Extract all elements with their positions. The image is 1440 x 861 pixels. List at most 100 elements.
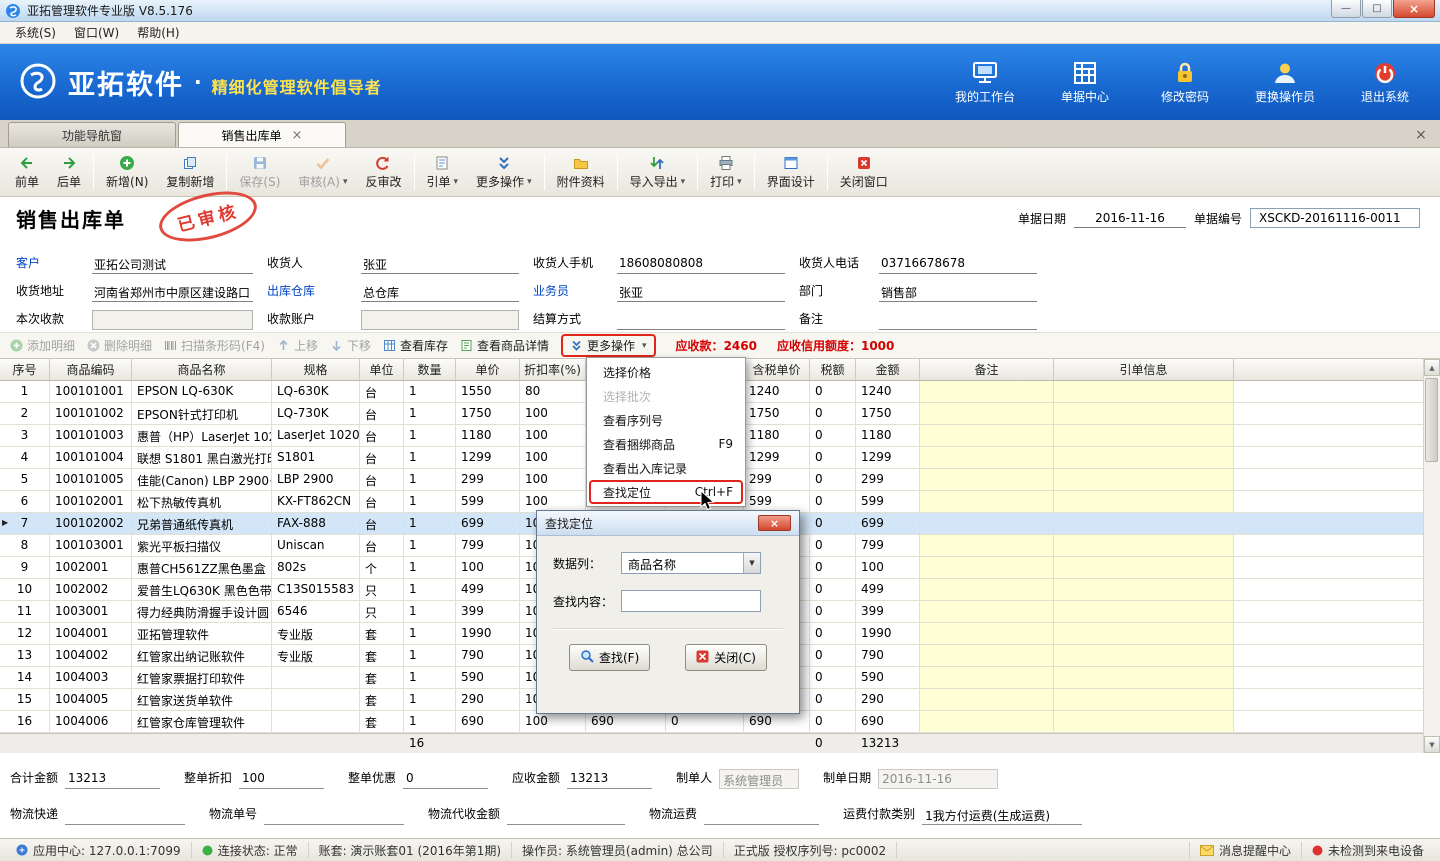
menu-item-view-serial[interactable]: 查看序列号: [589, 408, 743, 432]
dialog-close-action-button[interactable]: 关闭(C): [685, 644, 767, 671]
scrollbar-track[interactable]: [1424, 376, 1440, 736]
toolbar-button-ui-design[interactable]: 界面设计: [758, 150, 824, 194]
footer-value-receivable-amount[interactable]: 13213: [567, 769, 652, 789]
column-header-12[interactable]: 金额: [856, 359, 920, 380]
column-header-4[interactable]: 单位: [360, 359, 404, 380]
column-header-5[interactable]: 数量: [404, 359, 456, 380]
column-header-1[interactable]: 商品编码: [50, 359, 132, 380]
column-header-6[interactable]: 单价: [456, 359, 520, 380]
toolbar-button-close-window[interactable]: 关闭窗口: [831, 150, 897, 194]
find-content-label: 查找内容：: [553, 593, 621, 610]
banner-action-doc-center[interactable]: 单据中心: [1048, 60, 1122, 105]
import-export-icon: [649, 154, 665, 171]
footer-value-order-reduce[interactable]: 0: [403, 769, 488, 789]
close-button[interactable]: ×: [1393, 0, 1435, 18]
column-header-11[interactable]: 税额: [810, 359, 856, 380]
toolbar-button-attachment[interactable]: 附件资料: [548, 150, 614, 194]
column-header-14[interactable]: 引单信息: [1054, 359, 1234, 380]
scroll-down-icon[interactable]: ▼: [1424, 736, 1440, 753]
form-value-payment-account[interactable]: [361, 310, 519, 330]
footer-value-logistics-cod[interactable]: [507, 805, 625, 825]
toolbar-button-next-doc[interactable]: 后单: [48, 150, 90, 194]
toolbar-button-ref-doc[interactable]: 引单▾: [418, 150, 468, 194]
tab-label: 销售出库单: [222, 127, 282, 144]
scroll-up-icon[interactable]: ▲: [1424, 359, 1440, 376]
toolbar-button-copy-add[interactable]: 复制新增: [157, 150, 223, 194]
menubar-item-2[interactable]: 窗口(W): [65, 22, 128, 43]
toolbar-button-unaudit[interactable]: 反审改: [356, 150, 410, 194]
find-button[interactable]: 查找(F): [569, 644, 650, 671]
column-header-13[interactable]: 备注: [920, 359, 1054, 380]
toolbar-button-import-export[interactable]: 导入导出▾: [621, 150, 695, 194]
vertical-scrollbar[interactable]: ▲ ▼: [1423, 359, 1440, 753]
banner-action-change-password[interactable]: 修改密码: [1148, 60, 1222, 105]
column-header-10[interactable]: 含税单价: [744, 359, 810, 380]
form-value-payment-now[interactable]: [92, 310, 253, 330]
form-value-customer[interactable]: 亚拓公司测试: [92, 255, 253, 274]
data-column-select[interactable]: 商品名称 ▼: [621, 552, 761, 574]
banner-action-exit-system[interactable]: 退出系统: [1348, 60, 1422, 105]
footer-value-logistics-fee[interactable]: [704, 805, 819, 825]
menu-item-find-locate[interactable]: 查找定位Ctrl+F: [589, 480, 743, 504]
detail-button-more-ops[interactable]: 更多操作▾: [561, 334, 656, 357]
toolbar-separator: [617, 154, 618, 190]
dialog-titlebar[interactable]: 查找定位 ×: [537, 511, 799, 536]
form-value-settlement[interactable]: [617, 311, 785, 330]
tab-nav-panel[interactable]: 功能导航窗: [8, 122, 176, 147]
status-message-center[interactable]: 消息提醒中心: [1189, 842, 1301, 858]
column-header-0[interactable]: 序号: [0, 359, 50, 380]
form-value-salesman[interactable]: 张亚: [617, 283, 785, 302]
combo-dropdown-icon[interactable]: ▼: [743, 553, 760, 573]
detail-button-view-stock[interactable]: 查看库存: [383, 337, 448, 354]
close-icon: [696, 650, 709, 666]
banner-action-switch-operator[interactable]: 更换操作员: [1248, 60, 1322, 105]
toolbar-button-print[interactable]: 打印▾: [701, 150, 751, 194]
menu-item-view-bundle[interactable]: 查看捆绑商品F9: [589, 432, 743, 456]
brand-logo: 亚拓软件 · 精细化管理软件倡导者: [18, 61, 382, 104]
table-row[interactable]: 161004006红管家仓库管理软件套169010069006900690: [0, 711, 1440, 733]
form-value-remark[interactable]: [879, 311, 1037, 330]
menubar-item-1[interactable]: 系统(S): [6, 22, 65, 43]
form-label-remark: 备注: [799, 310, 879, 330]
dropdown-arrow-icon: ▾: [642, 341, 647, 351]
form-value-warehouse[interactable]: 总仓库: [361, 283, 519, 302]
footer-value-logistics-express[interactable]: [65, 805, 185, 825]
footer-value-logistics-no[interactable]: [264, 805, 404, 825]
credit-summary: 应收信用额度：1000: [777, 337, 894, 354]
footer-value-freight-type[interactable]: 1我方付运费(生成运费): [922, 805, 1082, 825]
minimize-button[interactable]: —: [1331, 0, 1361, 18]
form-value-consignee[interactable]: 张亚: [361, 255, 519, 274]
form-field-consignee-mobile: 收货人手机18608080808: [533, 254, 785, 274]
document-title: 销售出库单: [16, 204, 126, 233]
dialog-close-button[interactable]: ×: [758, 515, 791, 531]
footer-row-1: 合计金额13213整单折扣100整单优惠0应收金额13213制单人系统管理员制单…: [10, 763, 1430, 789]
column-header-7[interactable]: 折扣率(%): [520, 359, 586, 380]
banner-action-workbench[interactable]: 我的工作台: [948, 60, 1022, 105]
form-value-consignee-mobile[interactable]: 18608080808: [617, 255, 785, 274]
detail-button-view-detail[interactable]: 查看商品详情: [460, 337, 549, 354]
toolbar-button-more-actions[interactable]: 更多操作▾: [467, 150, 541, 194]
doc-no-field[interactable]: XSCKD-20161116-0011: [1250, 208, 1420, 228]
table-total-row: 16013213: [0, 733, 1440, 753]
toolbar-button-prev-doc[interactable]: 前单: [6, 150, 48, 194]
panel-close-icon[interactable]: ×: [1410, 127, 1432, 147]
toolbar-button-add-new[interactable]: 新增(N): [97, 150, 157, 194]
find-content-input[interactable]: [621, 590, 761, 612]
doc-date-field[interactable]: 2016-11-16: [1074, 209, 1186, 228]
menubar-item-3[interactable]: 帮助(H): [128, 22, 188, 43]
menu-item-select-price[interactable]: 选择价格: [589, 360, 743, 384]
form-value-address[interactable]: 河南省郑州市中原区建设路口: [92, 283, 253, 302]
column-header-2[interactable]: 商品名称: [132, 359, 272, 380]
form-value-department[interactable]: 销售部: [879, 283, 1037, 302]
tab-close-icon[interactable]: ×: [292, 128, 303, 143]
tab-sales-outbound[interactable]: 销售出库单 ×: [178, 122, 346, 147]
banner-actions: 我的工作台单据中心修改密码更换操作员退出系统: [948, 60, 1422, 105]
footer-value-total-amount[interactable]: 13213: [65, 769, 160, 789]
footer-value-order-discount[interactable]: 100: [239, 769, 324, 789]
form-label-department: 部门: [799, 282, 879, 302]
column-header-3[interactable]: 规格: [272, 359, 360, 380]
maximize-button[interactable]: □: [1362, 0, 1392, 18]
menu-item-view-io-records[interactable]: 查看出入库记录: [589, 456, 743, 480]
scrollbar-thumb[interactable]: [1425, 378, 1438, 462]
form-value-consignee-phone[interactable]: 03716678678: [879, 255, 1037, 274]
